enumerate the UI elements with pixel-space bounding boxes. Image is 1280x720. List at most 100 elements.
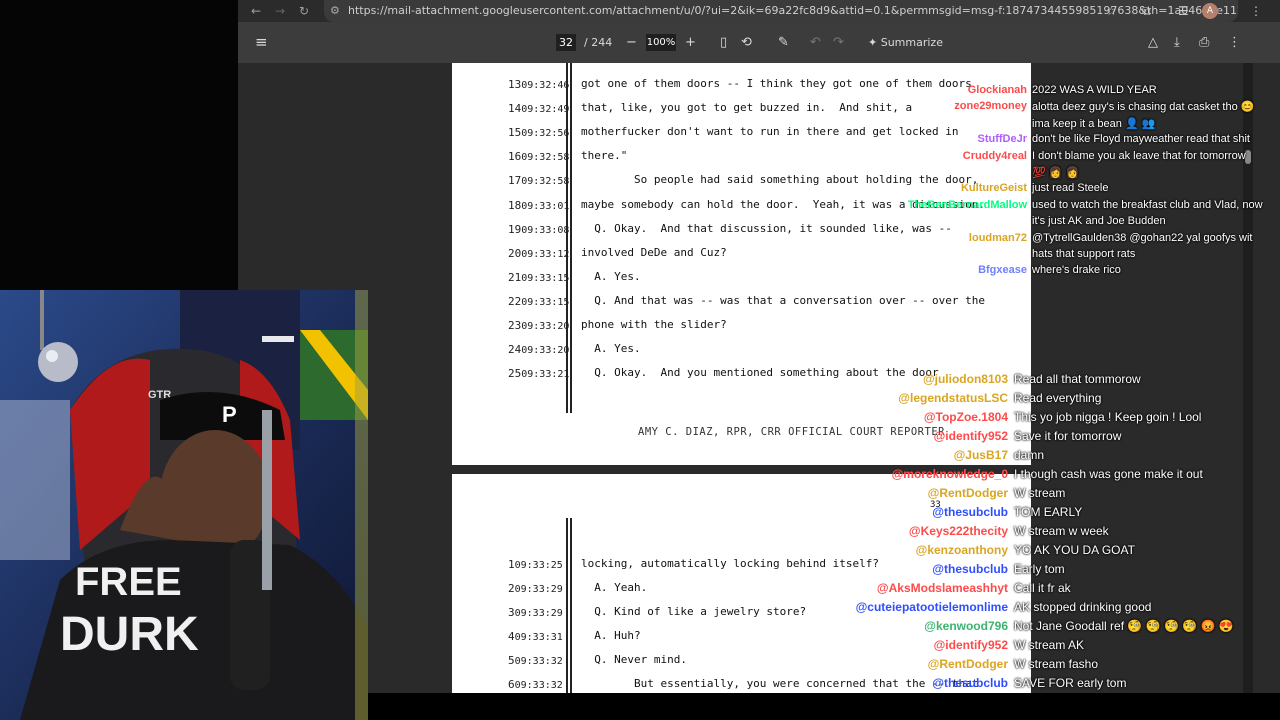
chat-username[interactable]: @RentDodger xyxy=(830,657,1008,671)
chat-message: @cuteiepatootielemonlime AK stopped drink… xyxy=(830,600,1280,619)
chat-text: W stream AK xyxy=(1014,638,1085,652)
line-time: 09:33:15 xyxy=(521,296,570,308)
margin-line xyxy=(570,63,572,413)
drive-save-icon[interactable]: △ xyxy=(1148,22,1158,63)
line-time: 09:32:56 xyxy=(521,128,570,140)
margin-line xyxy=(566,63,568,413)
forward-icon[interactable]: → xyxy=(270,0,290,22)
chat-message: Bfgxease where's drake rico xyxy=(880,264,1280,280)
profile-avatar[interactable]: A xyxy=(1202,3,1218,19)
chat-username[interactable]: @Keys222thecity xyxy=(830,524,1008,538)
line-num: 4 xyxy=(508,630,515,643)
line-time: 09:33:21 xyxy=(521,369,570,381)
reload-icon[interactable]: ↻ xyxy=(294,0,314,22)
extensions-icon[interactable]: ⧉ xyxy=(1142,0,1151,22)
line-num: 3 xyxy=(508,606,515,619)
browser-address-bar-row: ← → ↻ ⚙ https://mail-attachment.googleus… xyxy=(238,0,1280,22)
chat-username[interactable]: @JusB17 xyxy=(830,448,1008,462)
transcript-line: Q. And that was -- was that a conversati… xyxy=(581,293,985,307)
transcript-line: Q. Kind of like a jewelry store? xyxy=(581,605,807,618)
url-field[interactable]: ⚙ https://mail-attachment.googleusercont… xyxy=(324,0,1238,22)
chat-username[interactable]: @kenwood796 xyxy=(830,619,1008,633)
line-time: 09:33:31 xyxy=(514,632,563,643)
chat-username[interactable]: TheBenBernardMallow xyxy=(880,199,1027,211)
download-icon[interactable]: ⤓ xyxy=(1174,22,1180,63)
zoom-input[interactable]: 100% xyxy=(646,34,676,51)
line-time: 09:33:32 xyxy=(514,680,563,691)
webcam-overlay: GTR P FREE DURK xyxy=(0,290,368,720)
chat-username[interactable]: loudman72 xyxy=(880,232,1027,244)
chat-message: @kenwood796 Not Jane Goodall ref 🧐 🧐 🧐 🧐 … xyxy=(830,619,1280,638)
chat-message: @juliodon8103 Read all that tommorow xyxy=(830,372,1280,391)
browser-menu-icon[interactable]: ⋮ xyxy=(1250,0,1262,22)
chat-text: where's drake rico xyxy=(1032,264,1121,277)
transcript-line: that, like, you got to get buzzed in. An… xyxy=(581,101,913,115)
chat-username[interactable]: @identify952 xyxy=(830,429,1008,443)
chat-username[interactable]: StuffDeJr xyxy=(880,133,1027,145)
chat-username[interactable]: Cruddy4real xyxy=(880,150,1027,162)
bottom-black-bar xyxy=(238,693,1280,720)
more-options-icon[interactable]: ⋮ xyxy=(1228,22,1241,63)
chat-username[interactable]: KultureGeist xyxy=(880,182,1027,194)
chat-text: ima keep it a bean 👤 👥 xyxy=(1032,117,1156,130)
rotate-icon[interactable]: ⟲ xyxy=(741,22,752,63)
chat-text: YO AK YOU DA GOAT xyxy=(1014,543,1135,557)
chat-username[interactable]: @identify952 xyxy=(830,638,1008,652)
chat-username[interactable]: Glockianah xyxy=(880,84,1027,96)
sidebar-menu-icon[interactable]: ≡ xyxy=(255,22,268,63)
chat-username[interactable]: @thesubclub xyxy=(830,505,1008,519)
chat-text: Read all that tommorow xyxy=(1014,372,1141,386)
line-num: 1 xyxy=(508,558,515,571)
page-number-input[interactable]: 32 xyxy=(556,34,576,51)
cap-letter: P xyxy=(222,402,237,427)
transcript-line: there." xyxy=(581,149,628,163)
line-time: 09:33:29 xyxy=(514,584,563,595)
line-num: 17 xyxy=(508,174,522,188)
annotate-icon[interactable]: ✎ xyxy=(778,22,789,63)
chat-message: @legendstatusLSC Read everything xyxy=(830,391,1280,410)
chat-overlay-top: Glockianah 2022 WAS A WILD YEAR zone29mone… xyxy=(880,84,1280,284)
line-num: 15 xyxy=(508,126,522,140)
line-num: 21 xyxy=(508,270,522,284)
chat-message: StuffDeJr don't be like Floyd mayweather … xyxy=(880,133,1280,149)
summarize-label: Summarize xyxy=(880,36,943,49)
chat-message: @Keys222thecity W stream w week xyxy=(830,524,1280,543)
fit-page-icon[interactable]: ▯ xyxy=(720,22,727,63)
chat-message: @thesubclub TOM EARLY xyxy=(830,505,1280,524)
chat-username[interactable]: Bfgxease xyxy=(880,264,1027,276)
zoom-out-icon[interactable]: − xyxy=(626,22,637,63)
transcript-line: A. Huh? xyxy=(581,629,641,642)
chat-username[interactable]: @cuteiepatootielemonlime xyxy=(830,600,1008,614)
line-num: 2 xyxy=(508,582,515,595)
line-num: 6 xyxy=(508,678,515,691)
chat-username[interactable]: @AksModslameashhyt xyxy=(830,581,1008,595)
chat-text: W stream w week xyxy=(1014,524,1109,538)
chat-username[interactable]: @legendstatusLSC xyxy=(830,391,1008,405)
chat-username[interactable]: @moreknowledge_0 xyxy=(830,467,1008,481)
line-num: 18 xyxy=(508,198,522,212)
redo-icon[interactable]: ↷ xyxy=(833,22,844,63)
chat-text: @TytrellGaulden38 @gohan22 yal goofys wi… xyxy=(1032,231,1253,244)
bookmark-star-icon[interactable]: ☆ xyxy=(1106,0,1117,22)
chat-username[interactable]: zone29money xyxy=(880,100,1027,112)
print-icon[interactable]: ⎙ xyxy=(1199,22,1209,63)
chat-username[interactable]: @RentDodger xyxy=(830,486,1008,500)
chat-username[interactable]: @thesubclub xyxy=(830,562,1008,576)
chat-username[interactable]: @TopZoe.1804 xyxy=(830,410,1008,424)
site-info-icon[interactable]: ⚙ xyxy=(330,0,340,22)
line-num: 19 xyxy=(508,222,522,236)
chat-username[interactable]: @thesubclub xyxy=(830,676,1008,690)
summarize-button[interactable]: ✦ Summarize xyxy=(868,22,943,63)
back-icon[interactable]: ← xyxy=(246,0,266,22)
url-text: https://mail-attachment.googleuserconten… xyxy=(348,4,1238,17)
chat-username[interactable]: @kenzoanthony xyxy=(830,543,1008,557)
chat-message: @kenzoanthony YO AK YOU DA GOAT xyxy=(830,543,1280,562)
transcript-line: phone with the slider? xyxy=(581,318,727,331)
chat-text: alotta deez guy's is chasing dat casket … xyxy=(1032,101,1255,114)
line-num: 25 xyxy=(508,367,522,381)
undo-icon[interactable]: ↶ xyxy=(810,22,821,63)
reading-list-icon[interactable]: ☰ xyxy=(1178,0,1189,22)
zoom-in-icon[interactable]: + xyxy=(685,22,696,63)
chat-username[interactable]: @juliodon8103 xyxy=(830,372,1008,386)
line-time: 09:33:25 xyxy=(514,560,563,571)
